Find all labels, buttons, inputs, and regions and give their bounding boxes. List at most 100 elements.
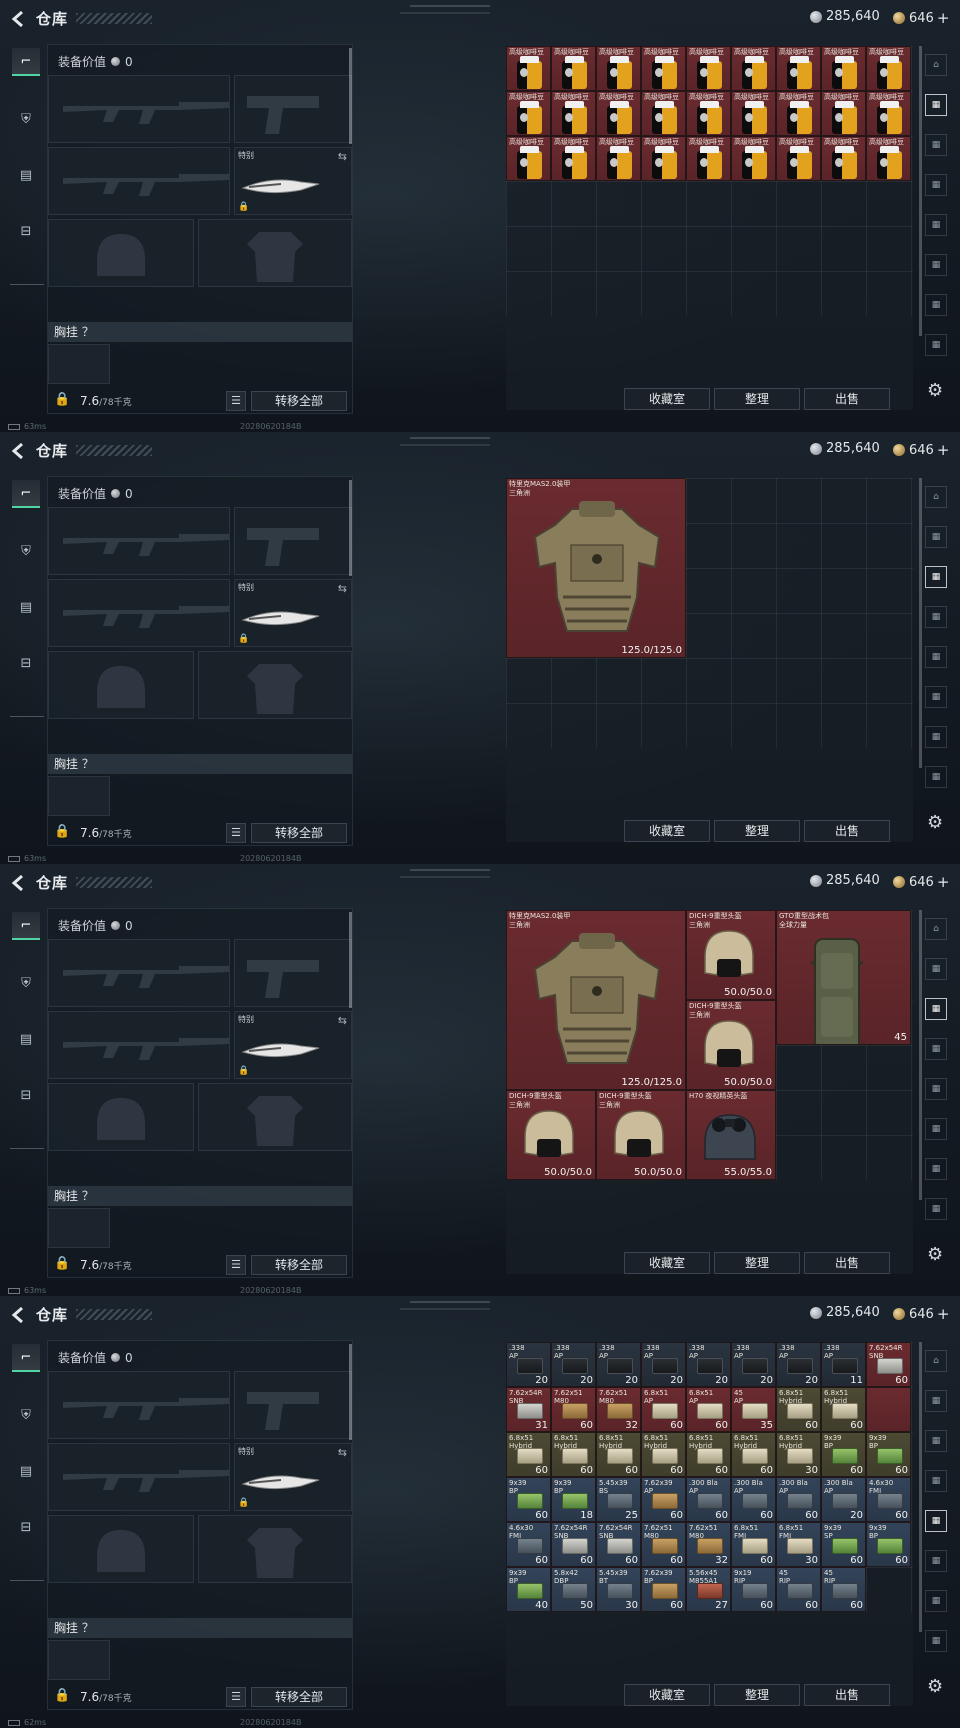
stash-item-gear[interactable]: GTO重型战术包 全球力量 45 bbox=[776, 910, 911, 1045]
helmet-slot[interactable] bbox=[48, 219, 194, 287]
stash-item-coffee-beans[interactable]: 高级咖啡豆 bbox=[821, 136, 866, 181]
stash-item-ammo[interactable]: 4.6x30 FMJ 60 bbox=[866, 1477, 911, 1522]
armor-category-icon[interactable]: ⛨ bbox=[12, 538, 40, 566]
secondary-weapon-slot[interactable] bbox=[48, 1011, 230, 1079]
sell-button[interactable]: 出售 bbox=[804, 1684, 890, 1706]
settings-gear-icon[interactable]: ⚙ bbox=[927, 1244, 943, 1265]
loadout-scrollbar[interactable] bbox=[349, 912, 352, 1008]
stash-tab-5-icon[interactable]: ▦ bbox=[925, 1550, 947, 1572]
stash-tab-2-icon[interactable]: ▦ bbox=[925, 1430, 947, 1452]
stash-item-coffee-beans[interactable]: 高级咖啡豆 bbox=[686, 46, 731, 91]
stash-tab-2-icon[interactable]: ▦ bbox=[925, 998, 947, 1020]
body-armor-slot[interactable] bbox=[198, 219, 352, 287]
chest-rig-slot[interactable] bbox=[48, 1208, 110, 1248]
helmet-slot[interactable] bbox=[48, 651, 194, 719]
stash-item-ammo[interactable]: 45 RIP 60 bbox=[776, 1567, 821, 1612]
secondary-weapon-slot[interactable] bbox=[48, 147, 230, 215]
primary-weapon-slot[interactable] bbox=[48, 1371, 230, 1439]
stash-item-ammo[interactable]: .338 AP 11 bbox=[821, 1342, 866, 1387]
chest-rig-slot[interactable] bbox=[48, 1640, 110, 1680]
helmet-slot[interactable] bbox=[48, 1083, 194, 1151]
loadout-scrollbar[interactable] bbox=[349, 1344, 352, 1440]
stash-item-gear[interactable]: DICH-9重型头盔 三角洲 50.0/50.0 bbox=[506, 1090, 596, 1180]
collection-room-button[interactable]: 收藏室 bbox=[624, 820, 710, 842]
stash-item-ammo[interactable]: 9x39 BP 18 bbox=[551, 1477, 596, 1522]
bag-category-icon[interactable]: ⊟ bbox=[12, 650, 40, 678]
stash-item-ammo[interactable]: 7.62x51 M80 32 bbox=[686, 1522, 731, 1567]
stash-item-ammo[interactable]: 9x39 BP 60 bbox=[821, 1432, 866, 1477]
stash-item-ammo[interactable]: 9x39 SP 60 bbox=[821, 1522, 866, 1567]
gold-currency[interactable]: 646 + bbox=[893, 873, 949, 891]
stash-item-coffee-beans[interactable]: 高级咖啡豆 bbox=[641, 91, 686, 136]
primary-weapon-slot[interactable] bbox=[48, 507, 230, 575]
stash-item-ammo[interactable]: 6.8x51 Hybrid 60 bbox=[821, 1387, 866, 1432]
stash-item-coffee-beans[interactable]: 高级咖啡豆 bbox=[596, 91, 641, 136]
stash-item-coffee-beans[interactable]: 高级咖啡豆 bbox=[731, 91, 776, 136]
stash-item-ammo[interactable]: 9x39 BP 60 bbox=[866, 1432, 911, 1477]
gate-icon[interactable]: ⌂ bbox=[925, 54, 947, 76]
settings-gear-icon[interactable]: ⚙ bbox=[927, 1676, 943, 1697]
stash-item-ammo[interactable]: 5.45x39 BS 25 bbox=[596, 1477, 641, 1522]
list-view-button[interactable]: ☰ bbox=[226, 823, 246, 843]
stash-item-ammo[interactable]: 9x19 RIP 60 bbox=[731, 1567, 776, 1612]
body-armor-slot[interactable] bbox=[198, 1515, 352, 1583]
bag-category-icon[interactable]: ⊟ bbox=[12, 1082, 40, 1110]
stash-item-coffee-beans[interactable]: 高级咖啡豆 bbox=[686, 136, 731, 181]
stash-item-coffee-beans[interactable]: 高级咖啡豆 bbox=[641, 136, 686, 181]
stash-item-gear[interactable]: 特里克MAS2.0装甲 三角洲 125.0/125.0 bbox=[506, 478, 686, 658]
stash-tab-3-icon[interactable]: ▦ bbox=[925, 174, 947, 196]
stash-item-coffee-beans[interactable]: 高级咖啡豆 bbox=[686, 91, 731, 136]
stash-tab-4-icon[interactable]: ▦ bbox=[925, 1078, 947, 1100]
weapon-category-icon[interactable]: ⌐ bbox=[12, 912, 40, 940]
stash-item-ammo[interactable]: 6.8x51 Hybrid 60 bbox=[731, 1432, 776, 1477]
collection-room-button[interactable]: 收藏室 bbox=[624, 1252, 710, 1274]
stash-tab-2-icon[interactable]: ▦ bbox=[925, 566, 947, 588]
add-currency-button[interactable]: + bbox=[937, 873, 950, 891]
rig-category-icon[interactable]: ▤ bbox=[12, 162, 40, 190]
stash-item-ammo[interactable]: .300 Bla AP 60 bbox=[686, 1477, 731, 1522]
stash-item-ammo[interactable]: .338 AP 20 bbox=[776, 1342, 821, 1387]
stash-tab-6-icon[interactable]: ▦ bbox=[925, 294, 947, 316]
stash-item-coffee-beans[interactable]: 高级咖啡豆 bbox=[506, 46, 551, 91]
stash-item-ammo[interactable]: .338 AP 20 bbox=[731, 1342, 776, 1387]
swap-icon[interactable]: ⇆ bbox=[338, 150, 347, 163]
stash-tab-6-icon[interactable]: ▦ bbox=[925, 1590, 947, 1612]
stash-item-ammo[interactable]: 5.56x45 M855A1 27 bbox=[686, 1567, 731, 1612]
loadout-scrollbar[interactable] bbox=[349, 480, 352, 576]
stash-item-coffee-beans[interactable]: 高级咖啡豆 bbox=[551, 46, 596, 91]
sidearm-slot[interactable] bbox=[234, 1371, 352, 1439]
stash-item-coffee-beans[interactable]: 高级咖啡豆 bbox=[821, 46, 866, 91]
stash-item-coffee-beans[interactable]: 高级咖啡豆 bbox=[596, 136, 641, 181]
stash-item-ammo[interactable]: 7.62x51 M80 60 bbox=[641, 1522, 686, 1567]
stash-item-ammo[interactable]: .300 Bla AP 20 bbox=[821, 1477, 866, 1522]
chest-rig-slot[interactable] bbox=[48, 776, 110, 816]
stash-item-coffee-beans[interactable]: 高级咖啡豆 bbox=[641, 46, 686, 91]
stash-item-ammo[interactable]: 9x39 BP 40 bbox=[506, 1567, 551, 1612]
stash-item-ammo[interactable]: .338 AP 20 bbox=[596, 1342, 641, 1387]
stash-item-ammo[interactable]: 6.8x51 Hybrid 60 bbox=[686, 1432, 731, 1477]
transfer-all-button[interactable]: 转移全部 bbox=[251, 823, 347, 843]
weapon-category-icon[interactable]: ⌐ bbox=[12, 48, 40, 76]
stash-item-ammo[interactable]: .300 Bla AP 60 bbox=[731, 1477, 776, 1522]
settings-gear-icon[interactable]: ⚙ bbox=[927, 812, 943, 833]
stash-item-ammo[interactable]: .300 Bla AP 60 bbox=[776, 1477, 821, 1522]
melee-slot[interactable]: 特别 ⇆ 🔒 bbox=[234, 147, 352, 215]
gate-icon[interactable]: ⌂ bbox=[925, 486, 947, 508]
stash-item-ammo[interactable]: 4.6x30 FMJ 60 bbox=[506, 1522, 551, 1567]
stash-item-ammo[interactable]: 9x39 BP 60 bbox=[866, 1522, 911, 1567]
stash-item-ammo[interactable]: 5.8x42 DBP 50 bbox=[551, 1567, 596, 1612]
stash-tab-5-icon[interactable]: ▦ bbox=[925, 254, 947, 276]
stash-item-ammo[interactable]: 7.62x39 BP 60 bbox=[641, 1567, 686, 1612]
collection-room-button[interactable]: 收藏室 bbox=[624, 388, 710, 410]
stash-tab-4-icon[interactable]: ▦ bbox=[925, 646, 947, 668]
body-armor-slot[interactable] bbox=[198, 1083, 352, 1151]
stash-item-gear[interactable]: H70 夜视精英头盔 55.0/55.0 bbox=[686, 1090, 776, 1180]
stash-item-ammo[interactable]: 7.62x39 AP 60 bbox=[641, 1477, 686, 1522]
armor-category-icon[interactable]: ⛨ bbox=[12, 1402, 40, 1430]
bag-category-icon[interactable]: ⊟ bbox=[12, 218, 40, 246]
stash-item-coffee-beans[interactable]: 高级咖啡豆 bbox=[731, 46, 776, 91]
stash-tab-3-icon[interactable]: ▦ bbox=[925, 1038, 947, 1060]
settings-gear-icon[interactable]: ⚙ bbox=[927, 380, 943, 401]
stash-item-gear[interactable]: DICH-9重型头盔 三角洲 50.0/50.0 bbox=[686, 1000, 776, 1090]
swap-icon[interactable]: ⇆ bbox=[338, 582, 347, 595]
